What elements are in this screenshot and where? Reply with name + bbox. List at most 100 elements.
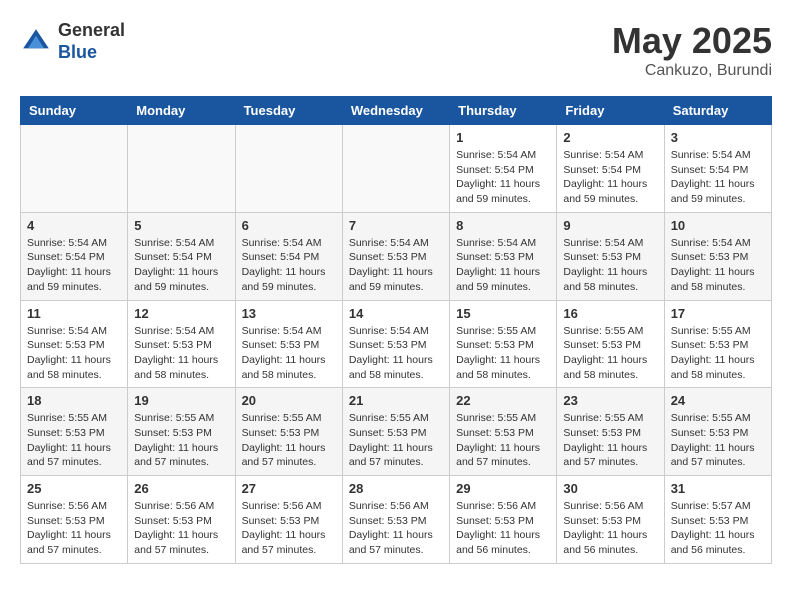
day-number: 16: [563, 306, 657, 321]
day-number: 13: [242, 306, 336, 321]
day-number: 28: [349, 481, 443, 496]
day-number: 10: [671, 218, 765, 233]
day-of-week-header: Friday: [557, 97, 664, 125]
day-number: 18: [27, 393, 121, 408]
calendar-day-cell: 17 Sunrise: 5:55 AM Sunset: 5:53 PM Dayli…: [664, 300, 771, 388]
day-info: Sunrise: 5:56 AM Sunset: 5:53 PM Dayligh…: [27, 499, 121, 558]
day-number: 15: [456, 306, 550, 321]
logo-icon: [20, 26, 52, 58]
day-info: Sunrise: 5:54 AM Sunset: 5:54 PM Dayligh…: [671, 148, 765, 207]
calendar-day-cell: 6 Sunrise: 5:54 AM Sunset: 5:54 PM Daylig…: [235, 212, 342, 300]
day-info: Sunrise: 5:55 AM Sunset: 5:53 PM Dayligh…: [242, 411, 336, 470]
calendar-day-cell: 25 Sunrise: 5:56 AM Sunset: 5:53 PM Dayli…: [21, 476, 128, 564]
calendar-day-cell: 9 Sunrise: 5:54 AM Sunset: 5:53 PM Daylig…: [557, 212, 664, 300]
day-of-week-header: Saturday: [664, 97, 771, 125]
calendar-day-cell: 3 Sunrise: 5:54 AM Sunset: 5:54 PM Daylig…: [664, 125, 771, 213]
day-number: 3: [671, 130, 765, 145]
day-number: 7: [349, 218, 443, 233]
day-info: Sunrise: 5:56 AM Sunset: 5:53 PM Dayligh…: [134, 499, 228, 558]
day-number: 5: [134, 218, 228, 233]
calendar-day-cell: 30Sunrise: 5:56 AM Sunset: 5:53 PM Dayli…: [557, 476, 664, 564]
calendar-day-cell: 2 Sunrise: 5:54 AM Sunset: 5:54 PM Daylig…: [557, 125, 664, 213]
calendar-day-cell: [21, 125, 128, 213]
day-info: Sunrise: 5:56 AM Sunset: 5:53 PM Dayligh…: [349, 499, 443, 558]
day-info: Sunrise: 5:54 AM Sunset: 5:54 PM Dayligh…: [563, 148, 657, 207]
day-number: 25: [27, 481, 121, 496]
day-info: Sunrise: 5:56 AM Sunset: 5:53 PM Dayligh…: [456, 499, 550, 558]
day-number: 31: [671, 481, 765, 496]
day-info: Sunrise: 5:54 AM Sunset: 5:54 PM Dayligh…: [242, 236, 336, 295]
day-number: 30: [563, 481, 657, 496]
day-info: Sunrise: 5:54 AM Sunset: 5:53 PM Dayligh…: [349, 324, 443, 383]
day-number: 29: [456, 481, 550, 496]
calendar-day-cell: 20 Sunrise: 5:55 AM Sunset: 5:53 PM Dayli…: [235, 388, 342, 476]
calendar-day-cell: [235, 125, 342, 213]
day-info: Sunrise: 5:54 AM Sunset: 5:54 PM Dayligh…: [456, 148, 550, 207]
calendar-day-cell: 1Sunrise: 5:54 AM Sunset: 5:54 PM Daylig…: [450, 125, 557, 213]
calendar-day-cell: 23 Sunrise: 5:55 AM Sunset: 5:53 PM Dayli…: [557, 388, 664, 476]
day-number: 27: [242, 481, 336, 496]
day-number: 23: [563, 393, 657, 408]
logo-blue: Blue: [58, 42, 125, 64]
day-number: 2: [563, 130, 657, 145]
day-of-week-header: Wednesday: [342, 97, 449, 125]
day-info: Sunrise: 5:55 AM Sunset: 5:53 PM Dayligh…: [456, 324, 550, 383]
calendar-day-cell: 18Sunrise: 5:55 AM Sunset: 5:53 PM Dayli…: [21, 388, 128, 476]
day-info: Sunrise: 5:54 AM Sunset: 5:53 PM Dayligh…: [671, 236, 765, 295]
calendar-table: SundayMondayTuesdayWednesdayThursdayFrid…: [20, 96, 772, 564]
calendar-day-cell: 29 Sunrise: 5:56 AM Sunset: 5:53 PM Dayli…: [450, 476, 557, 564]
day-of-week-header: Sunday: [21, 97, 128, 125]
calendar-day-cell: 12 Sunrise: 5:54 AM Sunset: 5:53 PM Dayli…: [128, 300, 235, 388]
day-info: Sunrise: 5:54 AM Sunset: 5:53 PM Dayligh…: [456, 236, 550, 295]
day-number: 12: [134, 306, 228, 321]
day-info: Sunrise: 5:54 AM Sunset: 5:53 PM Dayligh…: [27, 324, 121, 383]
day-number: 21: [349, 393, 443, 408]
calendar-day-cell: 16 Sunrise: 5:55 AM Sunset: 5:53 PM Dayli…: [557, 300, 664, 388]
day-info: Sunrise: 5:55 AM Sunset: 5:53 PM Dayligh…: [671, 411, 765, 470]
calendar-day-cell: 19 Sunrise: 5:55 AM Sunset: 5:53 PM Dayli…: [128, 388, 235, 476]
calendar-day-cell: [128, 125, 235, 213]
day-number: 14: [349, 306, 443, 321]
day-number: 6: [242, 218, 336, 233]
day-info: Sunrise: 5:55 AM Sunset: 5:53 PM Dayligh…: [134, 411, 228, 470]
logo-text: General Blue: [58, 20, 125, 63]
day-number: 17: [671, 306, 765, 321]
calendar-day-cell: 7 Sunrise: 5:54 AM Sunset: 5:53 PM Daylig…: [342, 212, 449, 300]
calendar-day-cell: 8 Sunrise: 5:54 AM Sunset: 5:53 PM Daylig…: [450, 212, 557, 300]
day-number: 9: [563, 218, 657, 233]
day-info: Sunrise: 5:56 AM Sunset: 5:53 PM Dayligh…: [242, 499, 336, 558]
calendar-day-cell: 22Sunrise: 5:55 AM Sunset: 5:53 PM Dayli…: [450, 388, 557, 476]
day-number: 8: [456, 218, 550, 233]
day-info: Sunrise: 5:55 AM Sunset: 5:53 PM Dayligh…: [671, 324, 765, 383]
day-number: 11: [27, 306, 121, 321]
day-number: 19: [134, 393, 228, 408]
day-info: Sunrise: 5:55 AM Sunset: 5:53 PM Dayligh…: [349, 411, 443, 470]
calendar-day-cell: 28 Sunrise: 5:56 AM Sunset: 5:53 PM Dayli…: [342, 476, 449, 564]
calendar-week-row: 11 Sunrise: 5:54 AM Sunset: 5:53 PM Dayli…: [21, 300, 772, 388]
day-info: Sunrise: 5:54 AM Sunset: 5:54 PM Dayligh…: [134, 236, 228, 295]
title-block: May 2025 Cankuzo, Burundi: [612, 20, 772, 80]
calendar-day-cell: 10 Sunrise: 5:54 AM Sunset: 5:53 PM Dayli…: [664, 212, 771, 300]
calendar-day-cell: 15 Sunrise: 5:55 AM Sunset: 5:53 PM Dayli…: [450, 300, 557, 388]
day-info: Sunrise: 5:54 AM Sunset: 5:53 PM Dayligh…: [349, 236, 443, 295]
calendar-week-row: 4 Sunrise: 5:54 AM Sunset: 5:54 PM Daylig…: [21, 212, 772, 300]
day-info: Sunrise: 5:54 AM Sunset: 5:54 PM Dayligh…: [27, 236, 121, 295]
calendar-day-cell: 24Sunrise: 5:55 AM Sunset: 5:53 PM Dayli…: [664, 388, 771, 476]
day-info: Sunrise: 5:54 AM Sunset: 5:53 PM Dayligh…: [563, 236, 657, 295]
day-info: Sunrise: 5:55 AM Sunset: 5:53 PM Dayligh…: [456, 411, 550, 470]
calendar-week-row: 1Sunrise: 5:54 AM Sunset: 5:54 PM Daylig…: [21, 125, 772, 213]
day-info: Sunrise: 5:57 AM Sunset: 5:53 PM Dayligh…: [671, 499, 765, 558]
page-header: General Blue May 2025 Cankuzo, Burundi: [20, 20, 772, 80]
logo: General Blue: [20, 20, 125, 63]
calendar-day-cell: 11 Sunrise: 5:54 AM Sunset: 5:53 PM Dayli…: [21, 300, 128, 388]
day-info: Sunrise: 5:55 AM Sunset: 5:53 PM Dayligh…: [563, 324, 657, 383]
calendar-day-cell: 13 Sunrise: 5:54 AM Sunset: 5:53 PM Dayli…: [235, 300, 342, 388]
day-info: Sunrise: 5:54 AM Sunset: 5:53 PM Dayligh…: [134, 324, 228, 383]
day-number: 26: [134, 481, 228, 496]
day-number: 20: [242, 393, 336, 408]
calendar-header-row: SundayMondayTuesdayWednesdayThursdayFrid…: [21, 97, 772, 125]
day-info: Sunrise: 5:55 AM Sunset: 5:53 PM Dayligh…: [563, 411, 657, 470]
day-info: Sunrise: 5:54 AM Sunset: 5:53 PM Dayligh…: [242, 324, 336, 383]
day-of-week-header: Monday: [128, 97, 235, 125]
day-number: 4: [27, 218, 121, 233]
